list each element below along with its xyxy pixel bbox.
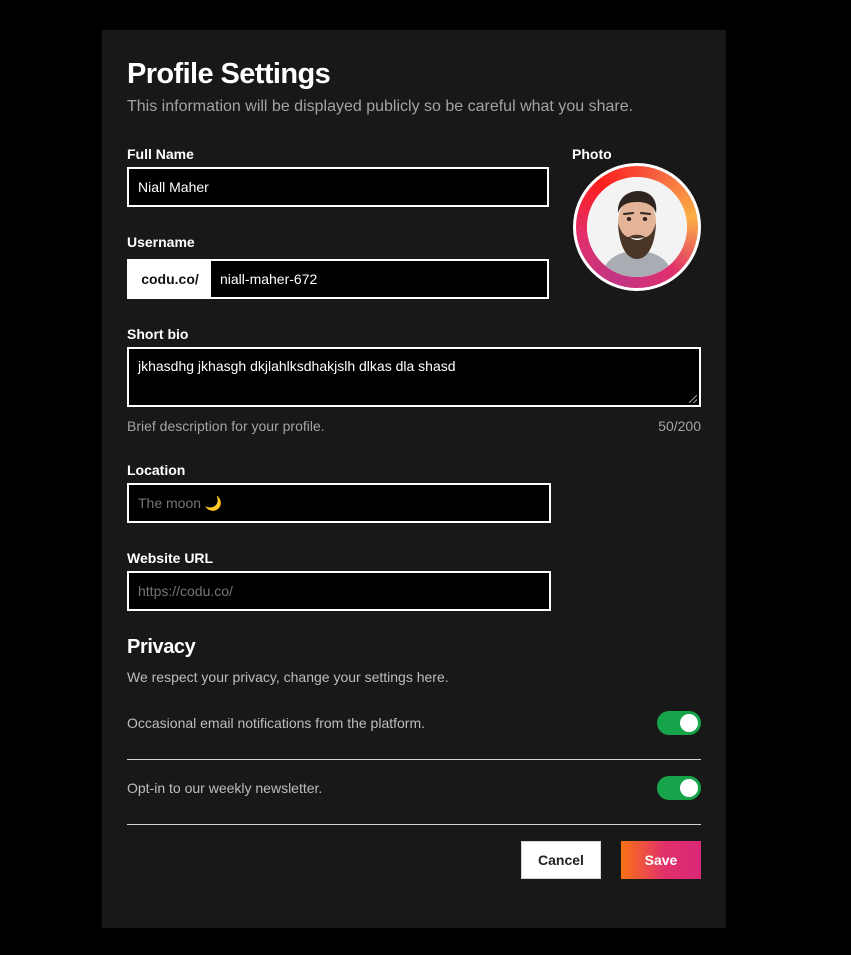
full-name-label: Full Name: [127, 146, 194, 162]
photo-label: Photo: [572, 146, 612, 162]
page-subtitle: This information will be displayed publi…: [127, 98, 634, 115]
save-button[interactable]: Save: [621, 841, 701, 879]
user-portrait-icon: [587, 177, 687, 277]
privacy-subtitle: We respect your privacy, change your set…: [127, 669, 449, 685]
newsletter-toggle[interactable]: [657, 776, 701, 800]
bio-textarea[interactable]: jkhasdhg jkhasgh dkjlahlksdhakjslh dlkas…: [127, 347, 701, 407]
bio-text: jkhasdhg jkhasgh dkjlahlksdhakjslh dlkas…: [138, 358, 456, 374]
bio-hint: Brief description for your profile.: [127, 418, 325, 434]
full-name-input[interactable]: [127, 167, 549, 207]
location-input[interactable]: [127, 483, 551, 523]
email-notifications-toggle[interactable]: [657, 711, 701, 735]
divider: [127, 824, 701, 825]
website-label: Website URL: [127, 550, 214, 566]
newsletter-label: Opt-in to our weekly newsletter.: [127, 780, 323, 796]
bio-character-counter: 50/200: [658, 418, 701, 434]
username-input[interactable]: niall-maher-672: [211, 261, 547, 297]
divider: [127, 759, 701, 760]
location-label: Location: [127, 462, 186, 478]
website-url-input[interactable]: [127, 571, 551, 611]
avatar[interactable]: [573, 163, 701, 291]
bio-label: Short bio: [127, 326, 189, 342]
username-field-group: codu.co/ niall-maher-672: [127, 259, 549, 299]
username-prefix: codu.co/: [129, 261, 211, 297]
avatar-photo: [587, 177, 687, 277]
toggle-knob: [680, 714, 698, 732]
resize-handle-icon[interactable]: [689, 395, 697, 403]
privacy-heading: Privacy: [127, 636, 196, 658]
page-title: Profile Settings: [127, 58, 331, 90]
cancel-button[interactable]: Cancel: [521, 841, 601, 879]
email-notifications-label: Occasional email notifications from the …: [127, 715, 426, 731]
username-label: Username: [127, 234, 195, 250]
toggle-knob: [680, 779, 698, 797]
profile-settings-panel: Profile Settings This information will b…: [102, 30, 726, 928]
